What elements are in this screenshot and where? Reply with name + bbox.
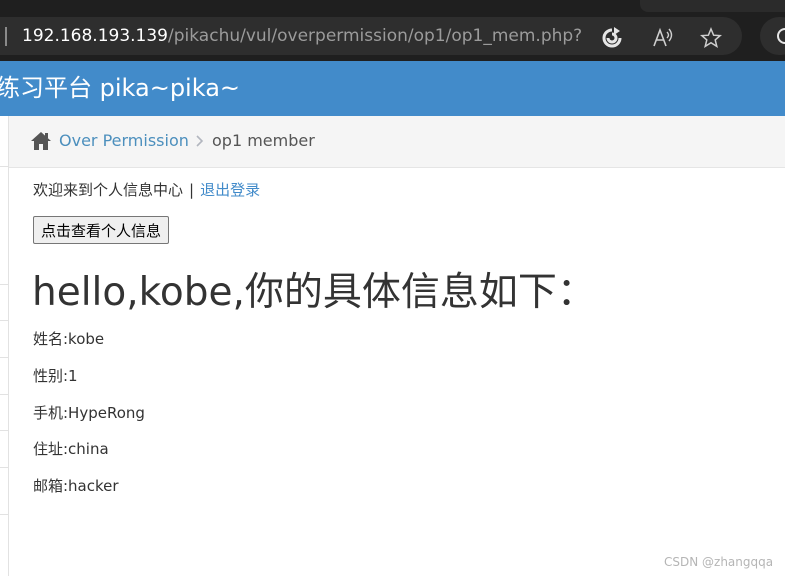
rail-divider — [0, 467, 8, 468]
logout-link[interactable]: 退出登录 — [200, 181, 260, 199]
favorite-star-icon[interactable] — [700, 27, 722, 49]
info-name: 姓名:kobe — [33, 330, 105, 348]
search-icon — [777, 28, 785, 44]
sidebar-collapsed-rail — [0, 116, 9, 576]
rail-divider — [0, 394, 8, 395]
browser-tab-strip — [0, 0, 785, 12]
greeting-heading: hello,kobe,你的具体信息如下： — [32, 270, 596, 315]
rail-divider — [0, 514, 8, 515]
tab-edge — [640, 0, 785, 12]
rail-divider — [0, 166, 8, 167]
info-email: 邮箱:hacker — [33, 477, 119, 495]
welcome-line: 欢迎来到个人信息中心 | 退出登录 — [33, 180, 260, 200]
breadcrumb-current: op1 member — [212, 131, 315, 150]
url-text[interactable]: 192.168.193.139/pikachu/vul/overpermissi… — [22, 25, 582, 47]
url-path: /pikachu/vul/overpermission/op1/op1_mem.… — [168, 26, 582, 46]
rail-divider — [0, 284, 8, 285]
view-profile-button[interactable]: 点击查看个人信息 — [33, 216, 170, 244]
refresh-icon[interactable] — [601, 27, 623, 49]
url-host: 192.168.193.139 — [22, 26, 169, 46]
rail-divider — [0, 430, 8, 431]
app-title: 练习平台 pika~pika~ — [0, 74, 241, 102]
address-bar-divider — [5, 27, 7, 46]
breadcrumb: Over Permission op1 member — [9, 116, 785, 168]
browser-toolbar: 192.168.193.139/pikachu/vul/overpermissi… — [0, 12, 785, 61]
browser-side-button[interactable] — [760, 17, 785, 55]
welcome-text: 欢迎来到个人信息中心 — [33, 181, 184, 199]
rail-divider — [0, 320, 8, 321]
chevron-right-icon — [196, 135, 204, 147]
breadcrumb-link-over-permission[interactable]: Over Permission — [59, 131, 189, 151]
info-gender: 性别:1 — [33, 367, 78, 385]
app-header: 练习平台 pika~pika~ — [0, 61, 785, 116]
watermark: CSDN @zhangqqa — [664, 555, 774, 569]
info-phone: 手机:HypeRong — [33, 404, 145, 422]
info-address: 住址:china — [33, 440, 109, 458]
welcome-separator: | — [189, 181, 195, 199]
home-icon — [31, 132, 51, 150]
address-bar[interactable]: 192.168.193.139/pikachu/vul/overpermissi… — [0, 17, 742, 55]
rail-divider — [0, 357, 8, 358]
read-aloud-icon[interactable] — [651, 27, 673, 49]
